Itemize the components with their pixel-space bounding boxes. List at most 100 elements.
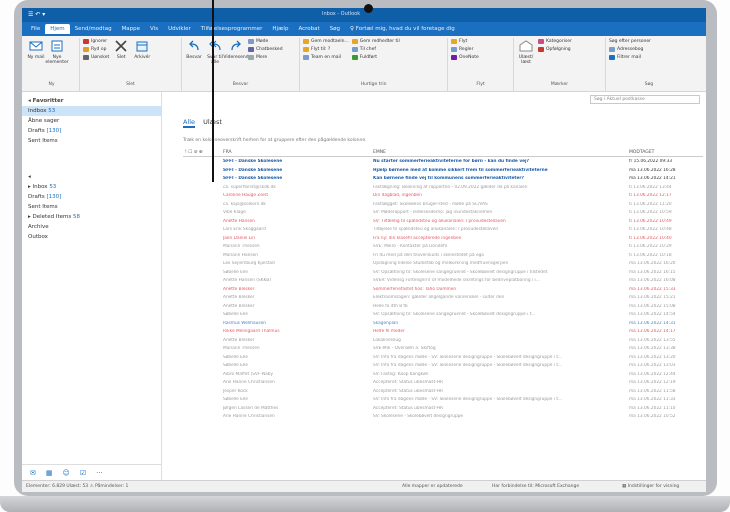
archive-button[interactable]: Arkivér xyxy=(133,39,151,60)
tab-folder[interactable]: Mappe xyxy=(117,24,145,34)
reply-all-button[interactable]: Svar til alle xyxy=(206,39,224,65)
unread-read-button[interactable]: Ulæst/ læst xyxy=(517,39,535,65)
folder-sent-fav[interactable]: Sent Items xyxy=(22,136,161,146)
quick-step-5[interactable]: Til chef xyxy=(351,47,400,52)
mail-icon[interactable]: ✉ xyxy=(30,469,36,477)
message-row[interactable]: Jaen Daniel Lin Fra ny: din klasefil acce… xyxy=(183,235,703,244)
tab-search[interactable]: Søg xyxy=(325,24,345,34)
message-row[interactable]: Ane Hanne Christiansen SV: Skolesene - Sk… xyxy=(183,413,703,422)
tab-view[interactable]: Vis xyxy=(145,24,163,34)
column-from-header[interactable]: FRA xyxy=(223,150,232,155)
message-row[interactable]: Søbelle Elle SV: Opsætning til: Skolesene… xyxy=(183,269,703,278)
folder-deleted[interactable]: ▸ Deleted Items 58 xyxy=(22,212,161,222)
column-received-header[interactable]: MODTAGET xyxy=(629,150,654,155)
folder-archive[interactable]: Archive xyxy=(22,222,161,232)
message-row[interactable]: Jesper Kock Accepteret: Status ubesmast-H… xyxy=(183,388,703,397)
message-row[interactable]: Rikke Melingaard Thalmus Helfe fil meder m… xyxy=(183,328,703,337)
message-row[interactable]: ca. superflorist@skdk.dk Fastlægning: Boo… xyxy=(183,184,703,193)
message-row[interactable]: Anette Blesker Helle fo 4th 8 fb ma 13.06.… xyxy=(183,303,703,312)
message-row[interactable]: SFFI - Danske Skolesene Nu starter sommer… xyxy=(183,158,703,167)
message-row[interactable]: SFFI - Danske Skolesene Hjælp børnene med… xyxy=(183,167,703,176)
new-items-button[interactable]: Nye elementer xyxy=(45,39,69,65)
categorize-button[interactable]: Kategoriser xyxy=(538,39,572,44)
chat-button[interactable]: Chatbesked xyxy=(248,47,283,52)
junk-button[interactable]: Uønsket xyxy=(83,55,109,60)
message-row[interactable]: Lars Erik Skaggaard Tilføjelse til spænds… xyxy=(183,226,703,235)
address-book-button[interactable]: Adressebog xyxy=(609,47,651,52)
people-icon[interactable]: ☺ xyxy=(63,469,70,477)
tab-file[interactable]: File xyxy=(26,24,45,34)
window-title: Inbox - Outlook xyxy=(322,11,361,17)
message-row[interactable]: Aibro Maffet (SVF-Naby SV: Fästlig: Kaop … xyxy=(183,371,703,380)
status-sync: Alle mapper er opdaterede xyxy=(402,484,463,489)
delete-button[interactable]: Slet xyxy=(112,39,130,60)
folder-drafts[interactable]: Drafts [130] xyxy=(22,192,161,202)
quick-step-1[interactable]: Gem modtaeln... xyxy=(303,39,349,44)
message-row[interactable]: SFFI - Danske Skolesene Kan børnene finde… xyxy=(183,175,703,184)
message-row[interactable]: Anette Blesker Elektroomslagen: gælder al… xyxy=(183,294,703,303)
search-people-field[interactable]: Søg efter personer xyxy=(609,39,651,44)
message-row[interactable]: Anette Hansen SV: Tilfældig til spændsteu… xyxy=(183,218,703,227)
account-header[interactable]: ◂ xyxy=(22,172,161,182)
message-row[interactable]: Anette Blesker Lokalinelslug ma 13.06.2022… xyxy=(183,337,703,346)
filter-all[interactable]: Alle xyxy=(183,118,196,128)
more-apps-icon[interactable]: ··· xyxy=(96,469,103,477)
column-icons-header[interactable]: ! ☐ ⊘ ⊕ xyxy=(185,150,203,155)
message-row[interactable]: Søbelle Elle SV: Info fra dagens møde - S… xyxy=(183,362,703,371)
message-row[interactable]: Mariann Thessen SVE-Mik - Oversøm a. Skif… xyxy=(183,345,703,354)
message-subject: Fastlægget: Skoleøens bruger-sted - møde… xyxy=(373,201,488,207)
filter-mail-button[interactable]: Filtrer mail xyxy=(609,55,651,60)
new-email-button[interactable]: Ny mail xyxy=(27,39,45,60)
tell-me-box[interactable]: ♀ Fortæl mig, hvad du vil foretage dig xyxy=(345,24,460,34)
message-row[interactable]: Anette Blesker Sommerferiefastet hos: Tah… xyxy=(183,286,703,295)
favorites-header[interactable]: ◂ Favoritter xyxy=(22,96,161,106)
meeting-button[interactable]: Møde xyxy=(248,39,283,44)
message-row[interactable]: ca. kaja@solkorn.dk Fastlægget: Skoleøens… xyxy=(183,201,703,210)
follow-up-button[interactable]: Opfølgning xyxy=(538,47,572,52)
quick-access-toolbar[interactable]: ☰ ↶ ▾ xyxy=(28,11,45,18)
tab-send-receive[interactable]: Send/modtag xyxy=(70,24,117,34)
display-settings-button[interactable]: ▦ Indstillinger for visning xyxy=(622,484,679,489)
tasks-icon[interactable]: ☑ xyxy=(80,469,86,477)
quick-step-6[interactable]: Fuldført xyxy=(351,55,400,60)
quick-step-4[interactable]: Gem redhedter til xyxy=(351,39,400,44)
tab-developer[interactable]: Udvikler xyxy=(163,24,196,34)
reply-button[interactable]: Besvar xyxy=(185,39,203,60)
onenote-button[interactable]: OneNote xyxy=(451,55,479,60)
tab-acrobat[interactable]: Acrobat xyxy=(293,24,324,34)
deleted-count: 58 xyxy=(72,214,80,220)
ignore-button[interactable]: Ignorer xyxy=(83,39,109,44)
forward-button[interactable]: Videresend xyxy=(223,39,249,60)
message-row[interactable]: Lex Sejlemburg Kjolstad Opdagning lidelse… xyxy=(183,260,703,269)
message-row[interactable]: Søbelle Elle SV: Info fra dagens møde - S… xyxy=(183,396,703,405)
folder-outbox[interactable]: Outbox xyxy=(22,232,161,242)
folder-open-cases[interactable]: Åbne sager xyxy=(22,116,161,126)
message-row[interactable]: Rasmus Wellhausen Skagenplan ma 13.06.2022… xyxy=(183,320,703,329)
calendar-icon[interactable]: ▦ xyxy=(46,469,53,477)
quick-step-icon xyxy=(303,55,309,60)
folder-inbox[interactable]: ▸ Inbox 53 xyxy=(22,182,161,192)
tab-home[interactable]: Hjem xyxy=(45,24,70,34)
quick-step-3[interactable]: Team en mail xyxy=(303,55,349,60)
message-row[interactable]: Mariann Thessen SVE: Mikro - Kontakter på… xyxy=(183,243,703,252)
message-row[interactable]: Søbelle Elle SV: Info fra dagens møde - S… xyxy=(183,354,703,363)
folder-sent[interactable]: Sent Items xyxy=(22,202,161,212)
message-row[interactable]: Ane Hanne Christiansen Accepteret: Status… xyxy=(183,379,703,388)
message-row[interactable]: Caroline Hauge Zeist Din dagblad, ingenbe… xyxy=(183,192,703,201)
more-button[interactable]: Mere xyxy=(248,55,283,60)
message-row[interactable]: Søbelle Elle SV: Opsætning til: Skolesene… xyxy=(183,311,703,320)
move-button[interactable]: Flyt xyxy=(451,39,479,44)
message-row[interactable]: Anette Hansen (SKKB) SVER: Vidensg Fortel… xyxy=(183,277,703,286)
rules-button[interactable]: Regler xyxy=(451,47,479,52)
folder-inbox-fav[interactable]: Indbox 53 xyxy=(22,106,161,116)
message-row[interactable]: Mariann Hansen Fri du med på den tilovers… xyxy=(183,252,703,261)
cleanup-button[interactable]: Ryd op xyxy=(83,47,109,52)
message-row[interactable]: Jørgen Lassen de Matthes Accepteret: Stat… xyxy=(183,405,703,414)
column-subject-header[interactable]: EMNE xyxy=(373,150,386,155)
search-input[interactable]: Søg i Aktuel postkasse xyxy=(590,95,700,104)
message-row[interactable]: Vibe Klage SV: Møderapport - ledelsesdemo… xyxy=(183,209,703,218)
tab-help[interactable]: Hjælp xyxy=(267,24,293,34)
quick-step-2[interactable]: Flyt til: ? xyxy=(303,47,349,52)
tab-addins[interactable]: Tilføjelsesprogrammer xyxy=(196,24,268,34)
folder-drafts-fav[interactable]: Drafts [130] xyxy=(22,126,161,136)
